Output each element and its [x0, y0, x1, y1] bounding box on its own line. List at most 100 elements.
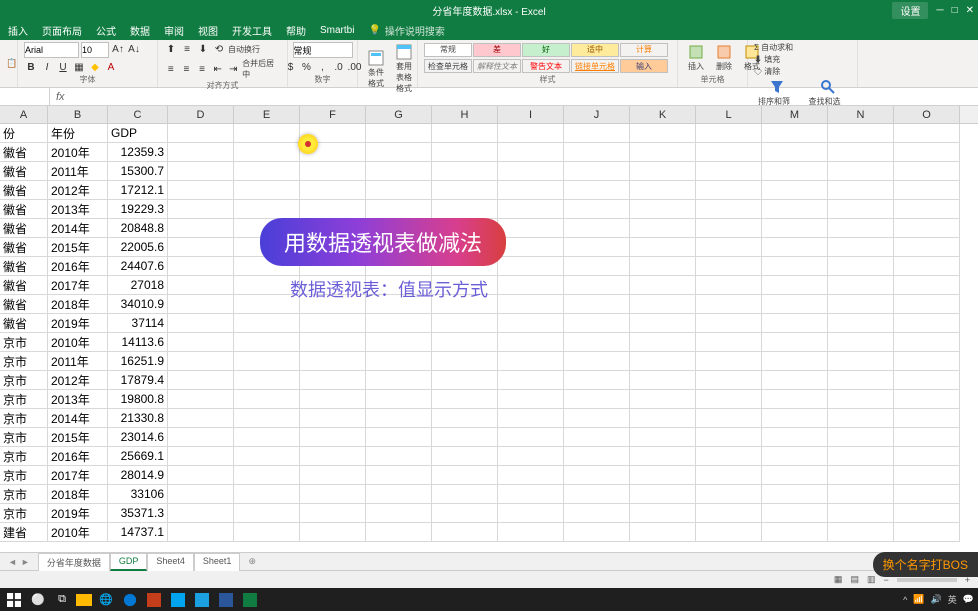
new-sheet-button[interactable]: ⊕ [248, 556, 256, 567]
cell[interactable] [168, 200, 234, 219]
cell[interactable]: 徽省 [0, 181, 48, 200]
tab-help[interactable]: 帮助 [286, 23, 306, 38]
cell[interactable] [366, 181, 432, 200]
bold-button[interactable]: B [24, 60, 38, 74]
formula-bar[interactable] [71, 88, 978, 105]
cell[interactable]: 2010年 [48, 523, 108, 542]
sheet-tab[interactable]: GDP [110, 553, 148, 571]
spreadsheet-grid[interactable]: ABCDEFGHIJKLMNO 份年份GDP徽省2010年12359.3徽省20… [0, 106, 978, 552]
column-header-C[interactable]: C [108, 106, 168, 123]
cell[interactable] [564, 238, 630, 257]
cell[interactable] [498, 428, 564, 447]
indent-decrease-icon[interactable]: ⇤ [211, 62, 225, 76]
column-header-N[interactable]: N [828, 106, 894, 123]
cell[interactable] [168, 504, 234, 523]
cell[interactable] [366, 447, 432, 466]
cell[interactable] [564, 162, 630, 181]
cell[interactable]: 京市 [0, 504, 48, 523]
cell[interactable] [696, 333, 762, 352]
font-name-select[interactable] [24, 42, 79, 58]
cell[interactable] [432, 371, 498, 390]
cell[interactable] [894, 181, 960, 200]
cell[interactable] [498, 504, 564, 523]
cell[interactable] [630, 238, 696, 257]
cell[interactable] [762, 447, 828, 466]
cell[interactable] [828, 352, 894, 371]
cell[interactable] [366, 314, 432, 333]
cell[interactable] [432, 485, 498, 504]
cell[interactable] [300, 314, 366, 333]
cell[interactable] [894, 409, 960, 428]
view-pagebreak-icon[interactable]: ▥ [867, 574, 876, 585]
cell[interactable]: 33106 [108, 485, 168, 504]
cell[interactable] [366, 371, 432, 390]
cell[interactable] [564, 523, 630, 542]
cell[interactable] [630, 257, 696, 276]
cell[interactable]: 14737.1 [108, 523, 168, 542]
cell[interactable] [498, 523, 564, 542]
tab-review[interactable]: 审阅 [164, 23, 184, 38]
cell[interactable]: 15300.7 [108, 162, 168, 181]
tab-pagelayout[interactable]: 页面布局 [42, 23, 82, 38]
cell[interactable] [564, 276, 630, 295]
sheet-nav-prev-icon[interactable]: ◄ [8, 557, 17, 567]
cell[interactable] [696, 257, 762, 276]
cell[interactable] [762, 314, 828, 333]
cell[interactable] [300, 162, 366, 181]
cell[interactable] [828, 466, 894, 485]
cell[interactable] [696, 181, 762, 200]
cell[interactable] [234, 523, 300, 542]
cell[interactable] [168, 485, 234, 504]
cell[interactable] [564, 219, 630, 238]
column-header-I[interactable]: I [498, 106, 564, 123]
cell[interactable] [564, 504, 630, 523]
cell[interactable] [696, 200, 762, 219]
cell[interactable] [564, 428, 630, 447]
cell[interactable] [366, 485, 432, 504]
cell[interactable] [300, 181, 366, 200]
cell[interactable] [432, 333, 498, 352]
cell[interactable]: 2015年 [48, 428, 108, 447]
cell[interactable] [234, 143, 300, 162]
fill-color-button[interactable]: ◆ [88, 60, 102, 74]
cell[interactable] [498, 447, 564, 466]
cell[interactable] [498, 314, 564, 333]
cell[interactable] [168, 390, 234, 409]
paste-icon[interactable]: 📋 [6, 58, 17, 69]
autosum-button[interactable]: Σ 自动求和 [754, 42, 793, 53]
align-top-icon[interactable]: ⬆ [164, 42, 178, 56]
cell[interactable]: 京市 [0, 428, 48, 447]
cell[interactable] [828, 124, 894, 143]
cell[interactable] [828, 276, 894, 295]
cell-style-neutral[interactable]: 适中 [571, 43, 619, 57]
cell[interactable] [696, 428, 762, 447]
cell[interactable] [762, 371, 828, 390]
tray-network-icon[interactable]: 📶 [913, 594, 924, 605]
cell[interactable] [564, 352, 630, 371]
cell[interactable]: 2014年 [48, 409, 108, 428]
cell[interactable] [696, 523, 762, 542]
cell[interactable]: 2013年 [48, 390, 108, 409]
tray-notification-icon[interactable]: 💬 [963, 594, 974, 605]
cell[interactable] [894, 276, 960, 295]
cell[interactable]: 京市 [0, 409, 48, 428]
settings-button[interactable]: 设置 [892, 2, 928, 19]
cell-style-check[interactable]: 检查单元格 [424, 59, 472, 73]
cell[interactable]: GDP [108, 124, 168, 143]
column-header-K[interactable]: K [630, 106, 696, 123]
percent-icon[interactable]: % [300, 60, 314, 74]
cell[interactable] [234, 409, 300, 428]
cell[interactable] [696, 276, 762, 295]
word-icon[interactable] [216, 591, 236, 609]
edge-icon[interactable] [120, 591, 140, 609]
cell[interactable] [762, 257, 828, 276]
column-header-A[interactable]: A [0, 106, 48, 123]
number-format-select[interactable] [293, 42, 353, 58]
cell[interactable] [498, 409, 564, 428]
cell[interactable]: 27018 [108, 276, 168, 295]
cell[interactable] [828, 504, 894, 523]
cell[interactable]: 份 [0, 124, 48, 143]
cell[interactable] [894, 428, 960, 447]
cell[interactable] [630, 466, 696, 485]
cell[interactable] [894, 523, 960, 542]
